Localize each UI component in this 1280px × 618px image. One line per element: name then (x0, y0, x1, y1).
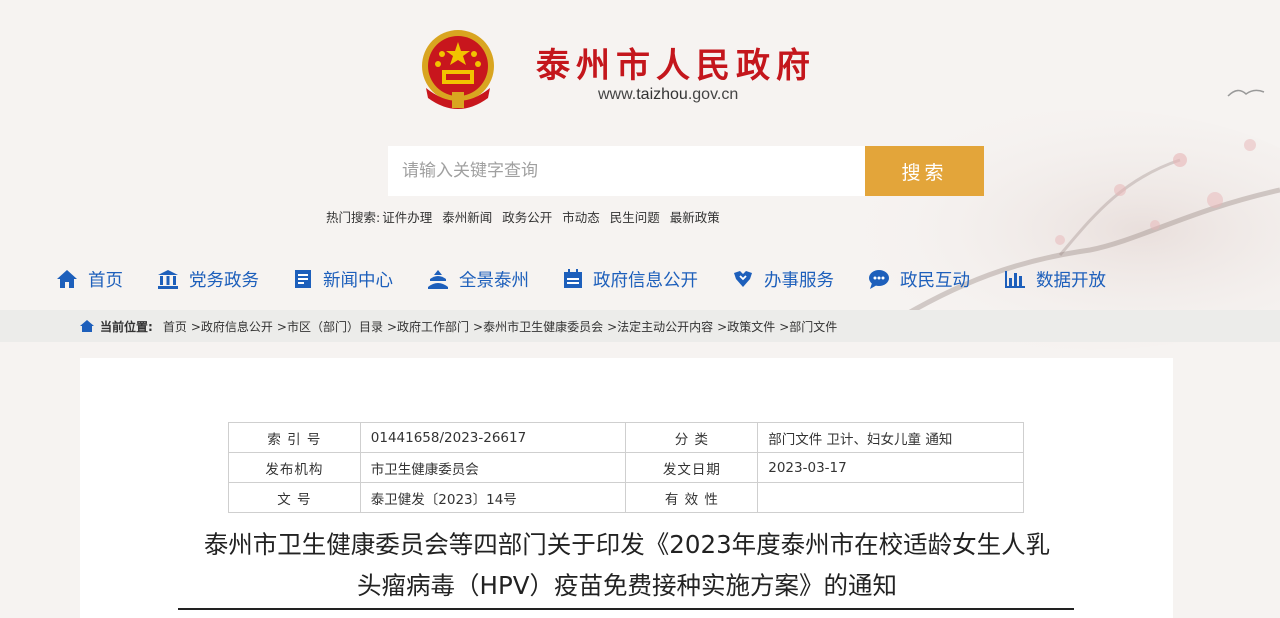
site-url-domain: taizhou (636, 86, 688, 103)
hot-search-term[interactable]: 市动态 (562, 207, 600, 226)
nav-item-gov-info[interactable]: 政府信息公开 (563, 267, 698, 292)
hot-search-list: 热门搜索: 证件办理 泰州新闻 政务公开 市动态 民生问题 最新政策 (326, 207, 720, 226)
meta-key: 发布机构 (228, 452, 361, 483)
document-title-line: 泰州市卫生健康委员会等四部门关于印发《2023年度泰州市在校适龄女生人乳 (203, 530, 1051, 559)
table-row: 索 引 号 01441658/2023-26617 分 类 部门文件 卫计、妇女… (228, 422, 1024, 453)
breadcrumb-link[interactable]: >市区（部门）目录 (277, 318, 383, 335)
nav-item-home[interactable]: 首页 (56, 267, 123, 292)
landmark-icon (428, 270, 448, 289)
nav-item-services[interactable]: 办事服务 (732, 267, 834, 292)
site-title[interactable]: 泰州市人民政府 (536, 38, 816, 87)
meta-key: 有 效 性 (625, 482, 759, 513)
nav-item-party-affairs[interactable]: 党务政务 (157, 267, 259, 292)
hot-search-term[interactable]: 最新政策 (670, 207, 720, 226)
hot-search-term[interactable]: 民生问题 (610, 207, 660, 226)
meta-key: 发文日期 (625, 452, 759, 483)
document-title: 泰州市卫生健康委员会等四部门关于印发《2023年度泰州市在校适龄女生人乳 头瘤病… (164, 524, 1090, 606)
site-url-prefix: www. (598, 86, 637, 103)
building-icon (158, 270, 178, 289)
nav-label: 政民互动 (900, 270, 970, 291)
site-url: www.taizhou.gov.cn (598, 86, 738, 104)
nav-label: 新闻中心 (323, 270, 393, 291)
nav-item-news[interactable]: 新闻中心 (293, 267, 393, 292)
document-panel: 索 引 号 01441658/2023-26617 分 类 部门文件 卫计、妇女… (80, 358, 1173, 618)
search-input[interactable] (388, 146, 865, 196)
nav-item-open-data[interactable]: 数据开放 (1004, 267, 1106, 292)
title-divider (178, 608, 1074, 610)
breadcrumb-link[interactable]: >泰州市卫生健康委员会 (473, 318, 603, 335)
breadcrumb-link[interactable]: >部门文件 (779, 318, 837, 335)
table-row: 发布机构 市卫生健康委员会 发文日期 2023-03-17 (228, 452, 1024, 483)
site-url-suffix: .gov.cn (687, 86, 739, 103)
table-row: 文 号 泰卫健发〔2023〕14号 有 效 性 (228, 482, 1024, 513)
breadcrumb-label: 当前位置: (100, 319, 153, 334)
breadcrumb-link[interactable]: 首页 (163, 318, 187, 335)
home-icon (57, 270, 77, 288)
main-nav: 首页 党务政务 新闻中心 全景泰州 政府信息公开 办事服务 政民互动 数据开放 (56, 264, 1224, 294)
newspaper-icon (295, 270, 311, 288)
nav-item-interaction[interactable]: 政民互动 (868, 267, 970, 292)
meta-value: 01441658/2023-26617 (359, 422, 627, 453)
meta-value: 市卫生健康委员会 (359, 452, 627, 483)
document-meta-table: 索 引 号 01441658/2023-26617 分 类 部门文件 卫计、妇女… (228, 422, 1024, 513)
nav-label: 党务政务 (189, 270, 259, 291)
nav-label: 全景泰州 (459, 270, 529, 291)
hot-search-term[interactable]: 泰州新闻 (442, 207, 492, 226)
chat-icon (869, 270, 889, 289)
meta-value: 2023-03-17 (757, 452, 1024, 483)
location-icon (80, 320, 94, 332)
breadcrumb-link[interactable]: >政策文件 (717, 318, 775, 335)
site-header: 泰州市人民政府 www.taizhou.gov.cn (0, 0, 1280, 140)
nav-label: 首页 (88, 270, 123, 291)
breadcrumb-link[interactable]: >政府工作部门 (387, 318, 469, 335)
nav-label: 数据开放 (1036, 270, 1106, 291)
meta-key: 分 类 (625, 422, 759, 453)
bar-chart-icon (1005, 271, 1025, 288)
hot-search-label: 热门搜索: (326, 210, 381, 225)
document-title-line: 头瘤病毒（HPV）疫苗免费接种实施方案》的通知 (357, 571, 897, 600)
national-emblem-logo[interactable] (418, 28, 498, 112)
search-bar: 搜索 (388, 146, 984, 196)
nav-label: 政府信息公开 (593, 270, 698, 291)
breadcrumb-link[interactable]: >政府信息公开 (191, 318, 273, 335)
nav-item-panorama[interactable]: 全景泰州 (427, 267, 529, 292)
nav-label: 办事服务 (764, 270, 834, 291)
breadcrumb-link[interactable]: >法定主动公开内容 (607, 318, 713, 335)
meta-value: 泰卫健发〔2023〕14号 (359, 482, 627, 513)
search-button[interactable]: 搜索 (865, 146, 984, 196)
meta-value (757, 482, 1024, 513)
hot-search-term[interactable]: 证件办理 (382, 207, 432, 226)
meta-key: 索 引 号 (228, 422, 361, 453)
calendar-icon (564, 269, 582, 288)
meta-key: 文 号 (228, 482, 361, 513)
breadcrumb: 当前位置: 首页 >政府信息公开 >市区（部门）目录 >政府工作部门 >泰州市卫… (0, 310, 1280, 342)
meta-value: 部门文件 卫计、妇女儿童 通知 (757, 422, 1024, 453)
hot-search-term[interactable]: 政务公开 (502, 207, 552, 226)
handshake-icon (734, 271, 752, 287)
